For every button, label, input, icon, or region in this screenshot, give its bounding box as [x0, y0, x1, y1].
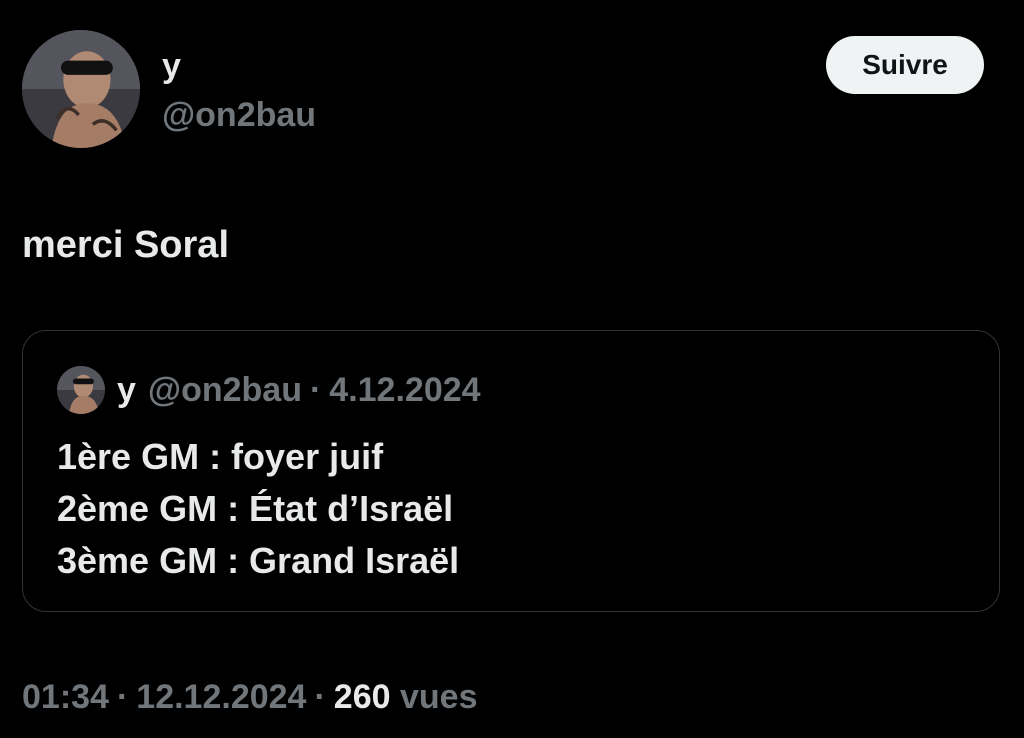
avatar-image [22, 30, 140, 148]
quoted-tweet-card[interactable]: y @on2bau · 4.12.2024 1ère GM : foyer juif… [22, 330, 1000, 612]
follow-button[interactable]: Suivre [826, 36, 984, 94]
author-handle[interactable]: @on2bau [162, 94, 316, 136]
tweet-time[interactable]: 01:34 [22, 678, 109, 716]
quoted-tweet-line: 1ère GM : foyer juif [57, 436, 384, 477]
views-label: vues [399, 678, 478, 716]
quoted-tweet-header: y @on2bau · 4.12.2024 [57, 365, 481, 415]
view-count: 260 [333, 678, 391, 716]
tweet-date[interactable]: 12.12.2024 [136, 678, 306, 716]
quoted-author-meta: @on2bau · 4.12.2024 [148, 371, 481, 410]
quoted-meta-separator: · [309, 370, 322, 409]
quoted-author-avatar [57, 366, 105, 414]
quoted-avatar-image [57, 366, 105, 414]
footer-separator: · [314, 678, 326, 716]
quoted-tweet-line: 2ème GM : État d’Israël [57, 488, 454, 529]
footer-separator: · [116, 678, 129, 716]
quoted-author-name: y [117, 370, 136, 409]
quoted-tweet-date: 4.12.2024 [329, 370, 481, 409]
quoted-tweet-line: 3ème GM : Grand Israël [57, 540, 460, 581]
tweet-text: merci Soral [22, 224, 229, 266]
quoted-author-handle: @on2bau [147, 370, 302, 409]
tweet-metadata: 01:34 · 12.12.2024 · 260 vues [22, 674, 477, 720]
quoted-tweet-body: 1ère GM : foyer juif 2ème GM : État d’Is… [57, 431, 459, 587]
author-avatar[interactable] [22, 30, 140, 148]
author-display-name[interactable]: y [162, 46, 181, 86]
